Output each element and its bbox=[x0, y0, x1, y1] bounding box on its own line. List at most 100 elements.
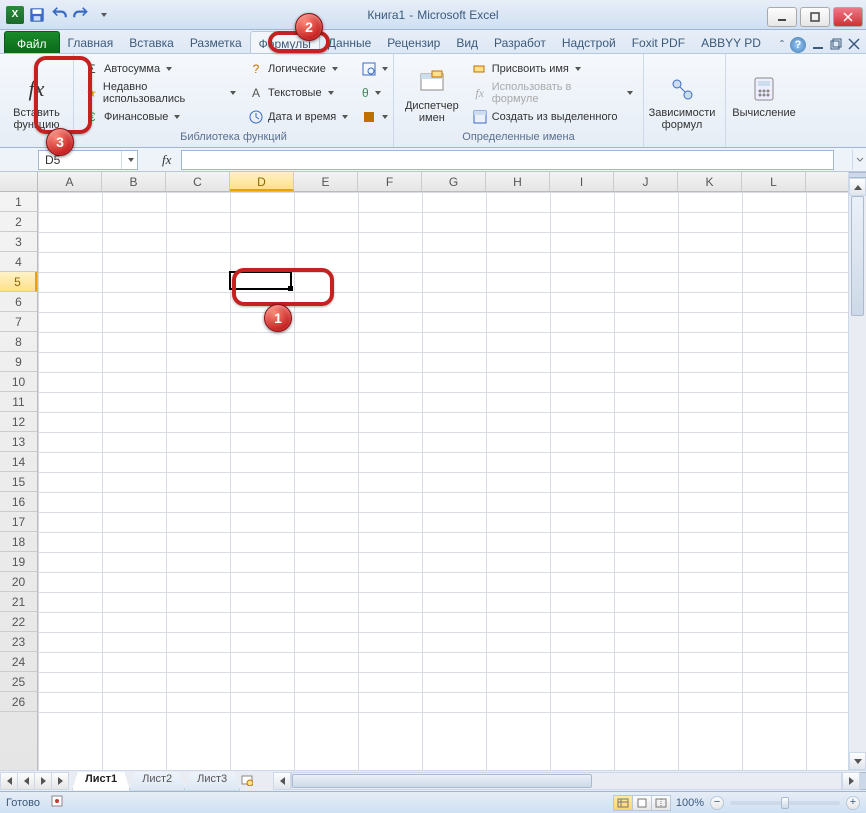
zoom-thumb[interactable] bbox=[781, 797, 789, 809]
row-header[interactable]: 21 bbox=[0, 592, 37, 612]
name-box-dropdown[interactable] bbox=[121, 151, 137, 169]
financial-button[interactable]: €Финансовые bbox=[80, 106, 240, 128]
autosum-button[interactable]: ΣАвтосумма bbox=[80, 58, 240, 80]
sheet-nav-first[interactable] bbox=[0, 772, 18, 790]
tab-foxit[interactable]: Foxit PDF bbox=[624, 31, 693, 53]
create-from-selection-button[interactable]: Создать из выделенного bbox=[468, 106, 637, 128]
recent-button[interactable]: ★Недавно использовались bbox=[80, 82, 240, 104]
name-manager-button[interactable]: Диспетчеримен bbox=[400, 58, 464, 131]
zoom-out-button[interactable]: − bbox=[710, 796, 724, 810]
row-header[interactable]: 10 bbox=[0, 372, 37, 392]
row-header[interactable]: 9 bbox=[0, 352, 37, 372]
scroll-down-button[interactable] bbox=[849, 752, 866, 770]
sheet-nav-last[interactable] bbox=[51, 772, 69, 790]
tab-insert[interactable]: Вставка bbox=[121, 31, 182, 53]
column-header[interactable]: J bbox=[614, 172, 678, 191]
tab-view[interactable]: Вид bbox=[448, 31, 486, 53]
column-header[interactable]: L bbox=[742, 172, 806, 191]
expand-formula-bar-button[interactable] bbox=[852, 150, 866, 170]
row-header[interactable]: 1 bbox=[0, 192, 37, 212]
row-header[interactable]: 16 bbox=[0, 492, 37, 512]
tab-addins[interactable]: Надстрой bbox=[554, 31, 624, 53]
row-header[interactable]: 11 bbox=[0, 392, 37, 412]
text-button[interactable]: AТекстовые bbox=[244, 82, 354, 104]
h-splitter[interactable] bbox=[860, 772, 866, 790]
calculation-button[interactable]: Вычисление bbox=[732, 58, 796, 145]
macro-record-icon[interactable] bbox=[50, 794, 64, 811]
file-tab[interactable]: Файл bbox=[4, 31, 60, 53]
h-scroll-track[interactable] bbox=[291, 772, 842, 790]
tab-layout[interactable]: Разметка bbox=[182, 31, 250, 53]
v-scroll-thumb[interactable] bbox=[851, 196, 864, 316]
mdi-close-button[interactable] bbox=[848, 38, 860, 53]
row-header[interactable]: 24 bbox=[0, 652, 37, 672]
row-header[interactable]: 23 bbox=[0, 632, 37, 652]
logical-button[interactable]: ?Логические bbox=[244, 58, 354, 80]
scroll-up-button[interactable] bbox=[849, 178, 866, 196]
row-header[interactable]: 5 bbox=[0, 272, 37, 292]
row-header[interactable]: 25 bbox=[0, 672, 37, 692]
tab-home[interactable]: Главная bbox=[60, 31, 122, 53]
more-functions-button[interactable] bbox=[358, 106, 382, 128]
column-header[interactable]: I bbox=[550, 172, 614, 191]
datetime-button[interactable]: Дата и время bbox=[244, 106, 354, 128]
save-icon[interactable] bbox=[28, 6, 46, 24]
scroll-left-button[interactable] bbox=[273, 772, 291, 790]
help-icon[interactable]: ? bbox=[790, 37, 806, 53]
lookup-button[interactable] bbox=[358, 58, 382, 80]
row-header[interactable]: 20 bbox=[0, 572, 37, 592]
use-in-formula-button[interactable]: fxИспользовать в формуле bbox=[468, 82, 637, 104]
sheet-tab[interactable]: Лист3 bbox=[184, 772, 240, 791]
h-scroll-thumb[interactable] bbox=[292, 774, 592, 788]
column-header[interactable]: B bbox=[102, 172, 166, 191]
zoom-level[interactable]: 100% bbox=[676, 797, 704, 809]
row-header[interactable]: 6 bbox=[0, 292, 37, 312]
excel-icon[interactable]: X bbox=[6, 6, 24, 24]
column-header[interactable]: G bbox=[422, 172, 486, 191]
row-header[interactable]: 2 bbox=[0, 212, 37, 232]
undo-icon[interactable] bbox=[50, 6, 68, 24]
view-page-break-button[interactable] bbox=[651, 795, 671, 811]
sheet-nav-next[interactable] bbox=[34, 772, 52, 790]
tab-abbyy[interactable]: ABBYY PD bbox=[693, 31, 769, 53]
row-header[interactable]: 12 bbox=[0, 412, 37, 432]
minimize-ribbon-icon[interactable]: ˆ bbox=[780, 38, 784, 52]
column-header[interactable]: K bbox=[678, 172, 742, 191]
row-header[interactable]: 22 bbox=[0, 612, 37, 632]
tab-developer[interactable]: Разработ bbox=[486, 31, 554, 53]
fill-handle[interactable] bbox=[288, 286, 293, 291]
view-page-layout-button[interactable] bbox=[632, 795, 652, 811]
row-header[interactable]: 4 bbox=[0, 252, 37, 272]
select-all-corner[interactable] bbox=[0, 172, 38, 192]
sheet-nav-prev[interactable] bbox=[17, 772, 35, 790]
qat-customize-icon[interactable] bbox=[94, 6, 112, 24]
scroll-right-button[interactable] bbox=[842, 772, 860, 790]
row-header[interactable]: 18 bbox=[0, 532, 37, 552]
cells-area[interactable] bbox=[38, 192, 848, 770]
column-header[interactable]: C bbox=[166, 172, 230, 191]
row-header[interactable]: 26 bbox=[0, 692, 37, 712]
zoom-slider[interactable] bbox=[730, 801, 840, 805]
math-button[interactable]: θ bbox=[358, 82, 382, 104]
assign-name-button[interactable]: Присвоить имя bbox=[468, 58, 637, 80]
close-button[interactable] bbox=[833, 7, 863, 27]
row-header[interactable]: 14 bbox=[0, 452, 37, 472]
row-header[interactable]: 3 bbox=[0, 232, 37, 252]
vertical-scrollbar[interactable] bbox=[848, 172, 866, 770]
column-header[interactable]: E bbox=[294, 172, 358, 191]
maximize-button[interactable] bbox=[800, 7, 830, 27]
minimize-button[interactable] bbox=[767, 7, 797, 27]
tab-data[interactable]: Данные bbox=[320, 31, 379, 53]
redo-icon[interactable] bbox=[72, 6, 90, 24]
sheet-tab[interactable]: Лист1 bbox=[72, 772, 130, 791]
mdi-restore-button[interactable] bbox=[830, 38, 842, 53]
row-header[interactable]: 17 bbox=[0, 512, 37, 532]
row-header[interactable]: 15 bbox=[0, 472, 37, 492]
mdi-minimize-button[interactable] bbox=[812, 38, 824, 53]
new-sheet-button[interactable] bbox=[241, 774, 253, 789]
sheet-tab[interactable]: Лист2 bbox=[129, 772, 185, 791]
formula-auditing-button[interactable]: Зависимостиформул bbox=[650, 58, 714, 145]
column-header[interactable]: H bbox=[486, 172, 550, 191]
tab-review[interactable]: Рецензир bbox=[379, 31, 448, 53]
row-header[interactable]: 13 bbox=[0, 432, 37, 452]
